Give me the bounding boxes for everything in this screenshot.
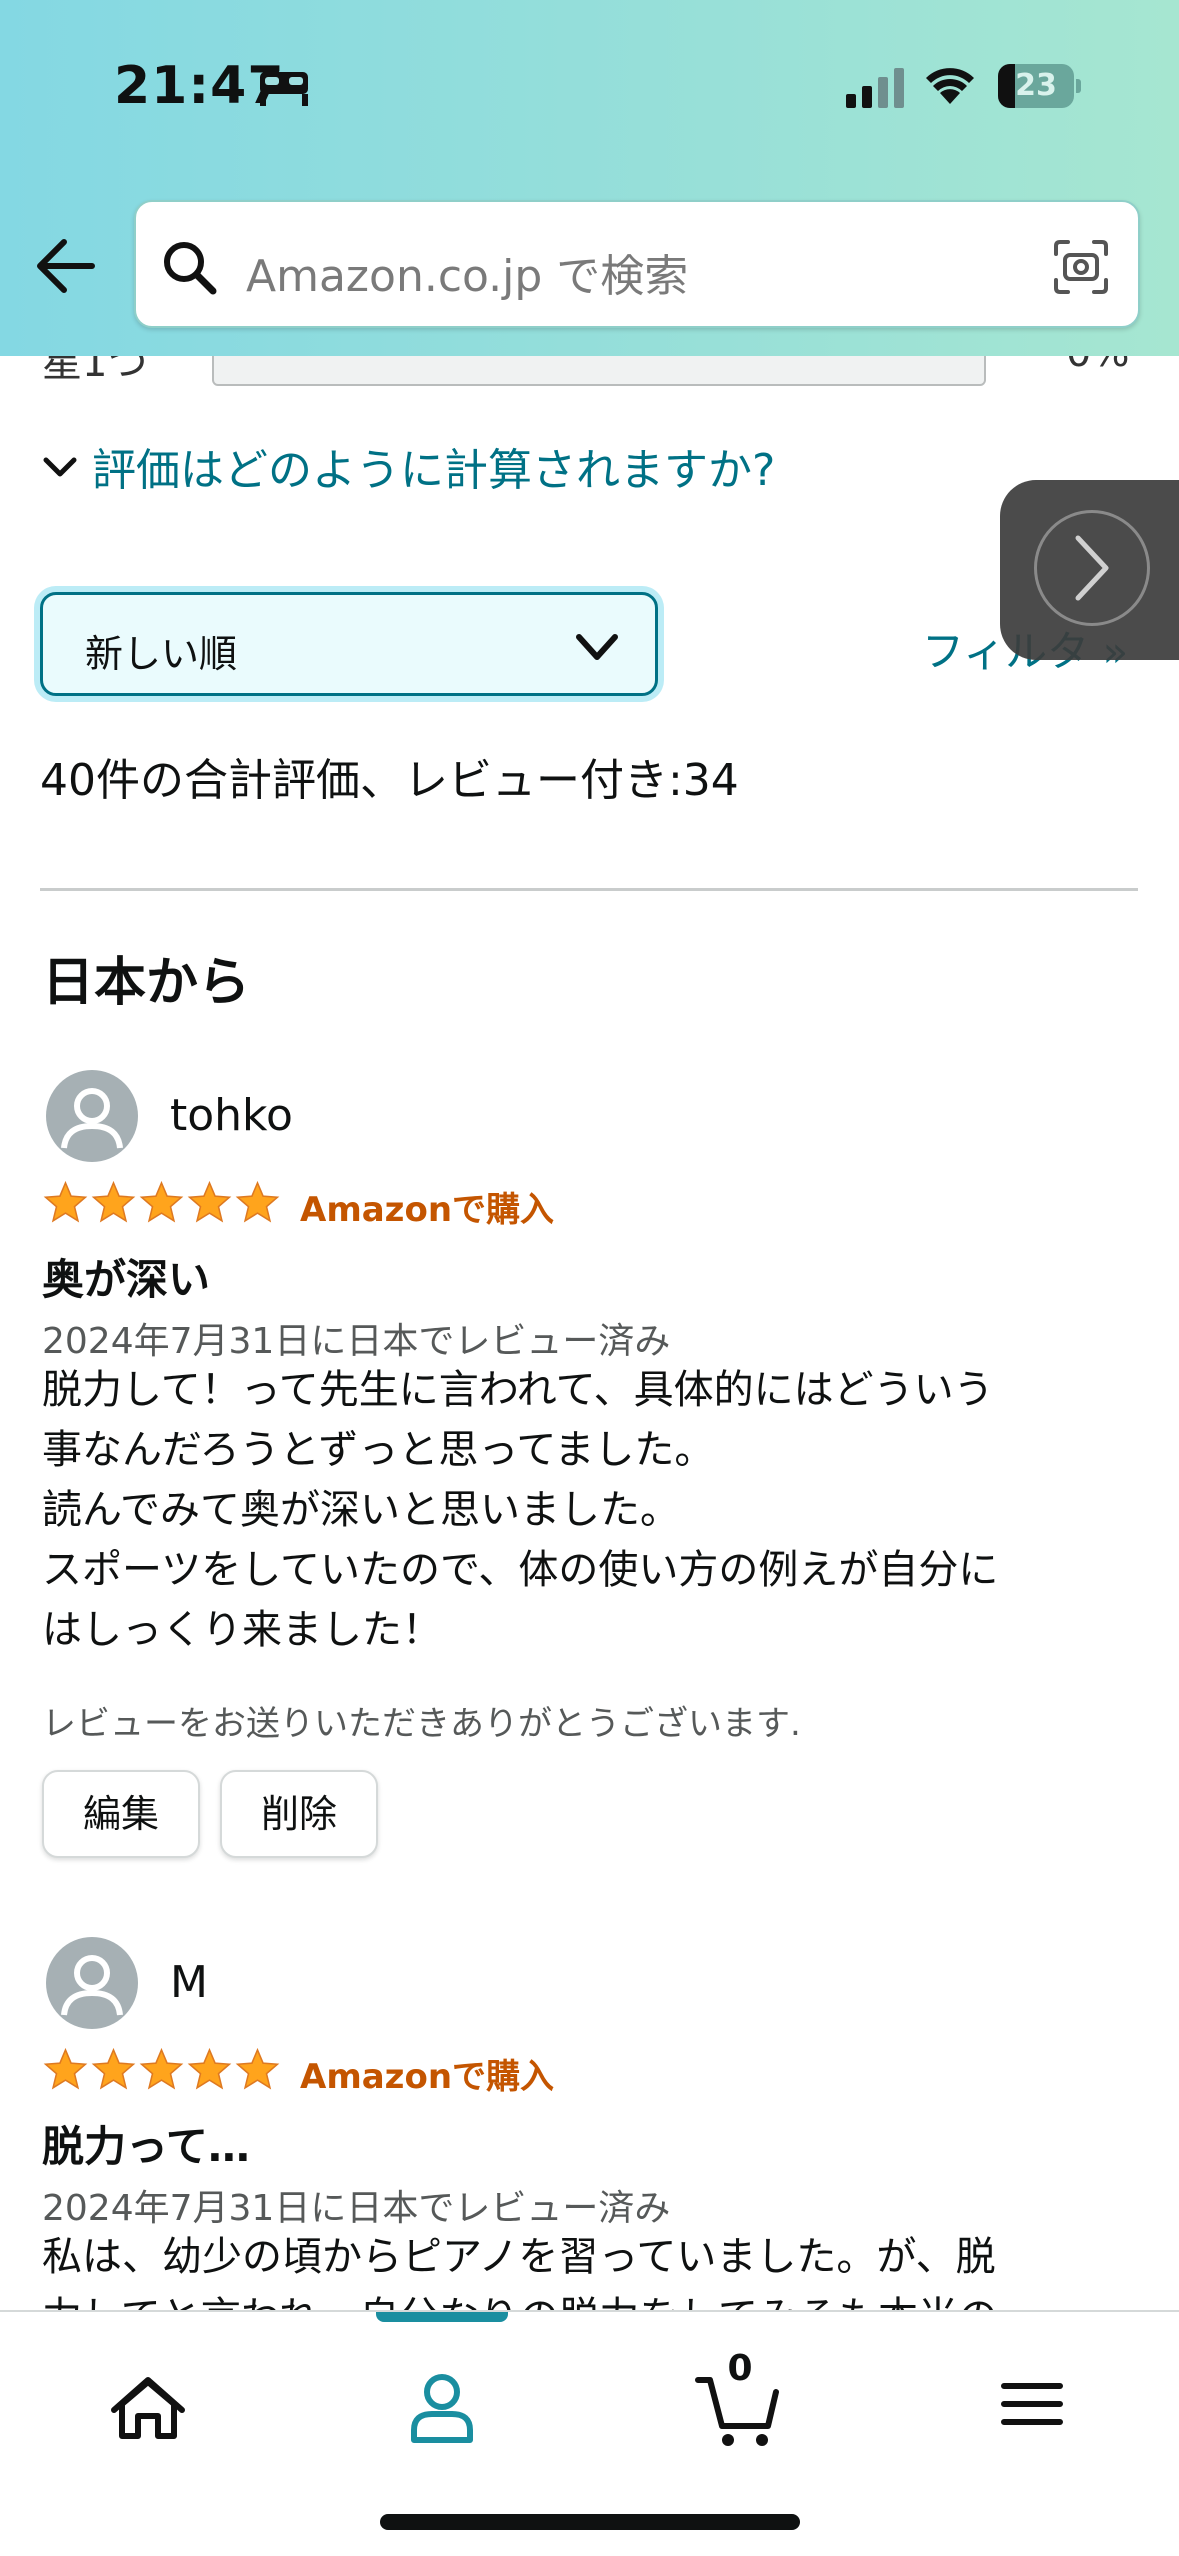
review-date: 2024年7月31日に日本でレビュー済み — [42, 2188, 671, 2229]
star-icon — [139, 2047, 184, 2090]
review-body: 脱力して！って先生に言われて、具体的にはどういう 事なんだろうとずっと思ってまし… — [42, 1367, 999, 1653]
review-thanks-message: レビューをお送りいただきありがとうございます. — [42, 1704, 801, 1744]
next-overlay-button[interactable] — [1000, 480, 1179, 660]
avatar[interactable] — [46, 1937, 138, 2029]
star-icon — [235, 1180, 280, 1223]
account-icon — [411, 2374, 473, 2443]
battery-percent: 23 — [1015, 68, 1057, 103]
search-input[interactable]: Amazon.co.jp で検索 — [134, 200, 1140, 328]
delete-review-button[interactable]: 削除 — [220, 1770, 378, 1858]
star-rating[interactable] — [42, 1180, 282, 1226]
header: 21:47 23 Amazon.co.jp で検索 — [0, 0, 1179, 356]
camera-search-icon[interactable] — [1052, 238, 1110, 296]
star-icon — [187, 2047, 232, 2090]
star-icon — [91, 1180, 136, 1223]
reviewer-name[interactable]: tohko — [170, 1090, 293, 1141]
search-placeholder: Amazon.co.jp で検索 — [246, 251, 689, 302]
review-date: 2024年7月31日に日本でレビュー済み — [42, 1321, 671, 1362]
star-icon — [235, 2047, 280, 2090]
search-icon — [164, 242, 217, 295]
star-icon — [139, 1180, 184, 1223]
home-icon — [111, 2377, 185, 2439]
wifi-icon — [926, 68, 974, 104]
nav-menu[interactable] — [972, 2350, 1092, 2460]
nav-home[interactable] — [88, 2350, 208, 2460]
rating-calculation-text: 評価はどのように計算されますか? — [92, 445, 776, 496]
nav-cart[interactable]: 0 — [680, 2348, 800, 2460]
star-rating[interactable] — [42, 2047, 282, 2093]
total-ratings-count: 40件の合計評価、レビュー付き:34 — [40, 755, 739, 806]
rating-calculation-link[interactable]: 評価はどのように計算されますか? — [40, 436, 775, 496]
avatar[interactable] — [46, 1070, 138, 1162]
divider — [40, 888, 1138, 891]
chevron-right-icon — [1075, 535, 1109, 601]
verified-purchase-badge: Amazonで購入 — [300, 1190, 555, 1230]
review-title: 奥が深い — [42, 1255, 211, 1304]
review-title: 脱力って… — [42, 2122, 250, 2171]
star-icon — [91, 2047, 136, 2090]
person-icon — [61, 1088, 123, 1149]
nav-account[interactable] — [382, 2350, 502, 2460]
cart-count: 0 — [727, 2348, 753, 2389]
cellular-signal-icon — [846, 68, 904, 108]
star-icon — [187, 1180, 232, 1223]
sort-selected-value: 新しい順 — [85, 632, 238, 676]
sleep-focus-icon — [260, 72, 308, 106]
back-arrow-icon[interactable] — [34, 236, 98, 296]
chevron-down-icon — [576, 634, 618, 660]
sort-dropdown[interactable]: 新しい順 — [40, 592, 658, 696]
chevron-down-icon — [43, 457, 77, 477]
reviewer-name[interactable]: M — [170, 1957, 208, 2008]
star-icon — [43, 1180, 88, 1223]
section-title: 日本から — [42, 953, 251, 1013]
menu-icon — [1001, 2383, 1063, 2425]
active-tab-indicator — [376, 2312, 508, 2322]
edit-review-button[interactable]: 編集 — [42, 1770, 200, 1858]
star-icon — [43, 2047, 88, 2090]
home-indicator[interactable] — [380, 2514, 800, 2530]
person-icon — [61, 1955, 123, 2016]
verified-purchase-badge: Amazonで購入 — [300, 2057, 555, 2097]
battery-icon: 23 — [998, 64, 1081, 108]
